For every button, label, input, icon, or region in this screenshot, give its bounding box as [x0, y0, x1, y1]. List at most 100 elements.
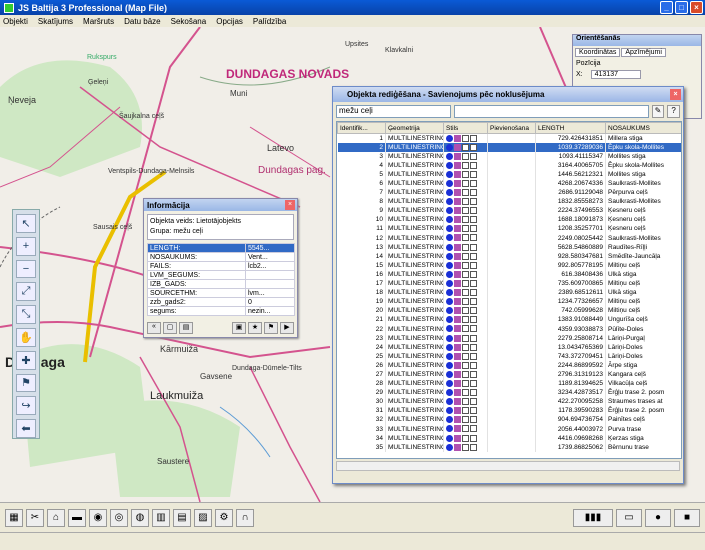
table-icon[interactable]: ▤ — [179, 322, 193, 334]
table-row[interactable]: 2 MULTILINESTRING(1039.37289036 Ēpku skola… — [337, 142, 681, 152]
menu-marsruts[interactable]: Maršruts — [83, 17, 114, 26]
menu-sekosana[interactable]: Sekošana — [171, 17, 207, 26]
save-icon[interactable]: ▣ — [232, 322, 246, 334]
star-icon[interactable]: ★ — [248, 322, 262, 334]
col-header-name[interactable]: NOSAUKUMS — [605, 122, 681, 134]
camera-icon[interactable]: ◉ — [89, 508, 107, 527]
pointer-tool-icon[interactable]: ↖ — [16, 214, 36, 233]
table-row[interactable]: 3 MULTILINESTRING(1093.41115347 Mollites s… — [337, 151, 681, 161]
table-row[interactable]: IZB_GADS: — [147, 279, 296, 289]
table-row[interactable]: 7 MULTILINESTRING(2686.91129048 Pērpurva c… — [337, 188, 681, 198]
table-row[interactable]: 29 MULTILINESTRING(3234.42873517 Ērģļu tra… — [337, 388, 681, 398]
pan-hand-icon[interactable]: ✋ — [16, 327, 36, 347]
edit-close-button[interactable]: × — [670, 89, 681, 100]
table-row[interactable]: 23 MULTILINESTRING(2279.25808714 Lāriņi-Pu… — [337, 333, 681, 343]
table-row[interactable]: 10 MULTILINESTRING(1688.18091873 Ķesneru c… — [337, 215, 681, 225]
globe-icon[interactable]: ◍ — [131, 508, 149, 527]
table-row[interactable]: 16 MULTILINESTRING(616.38408436 Ulkā stiga — [337, 269, 681, 279]
next-icon[interactable]: ▶ — [280, 322, 294, 334]
magnet-icon[interactable]: ∩ — [236, 508, 254, 527]
help-icon[interactable]: ? — [667, 105, 680, 118]
grid-icon[interactable]: ▥ — [152, 508, 170, 527]
gps-icon[interactable]: ◎ — [110, 508, 128, 527]
table-row[interactable]: 1 MULTILINESTRING(729.426431851 Millera st… — [337, 133, 681, 143]
x-coordinate-field[interactable]: 413137 — [590, 70, 641, 79]
menu-datu-baze[interactable]: Datu bāze — [124, 17, 160, 26]
copy-icon[interactable]: ▢ — [163, 322, 177, 334]
table-row[interactable]: zzb_gads2: 0 — [147, 297, 296, 307]
table-row[interactable]: 9 MULTILINESTRING(2224.37496553 Ķesneru ce… — [337, 206, 681, 216]
close-button[interactable]: × — [690, 1, 703, 14]
photo-icon[interactable]: ▨ — [194, 508, 212, 527]
table-row[interactable]: 30 MULTILINESTRING(422.270095258 Straumes … — [337, 397, 681, 407]
car-icon[interactable]: ▬ — [68, 508, 86, 527]
minimize-button[interactable]: _ — [660, 1, 673, 14]
table-row[interactable]: 33 MULTILINESTRING(2056.44003972 Purva tra… — [337, 424, 681, 434]
table-row[interactable]: 15 MULTILINESTRING(992.805778195 Miltiņu c… — [337, 260, 681, 270]
col-header-style[interactable]: Stils — [443, 122, 488, 134]
menu-skatijums[interactable]: Skatījums — [38, 17, 73, 26]
table-row[interactable]: segums: nezin... — [147, 306, 296, 316]
table-row[interactable]: 25 MULTILINESTRING(743.372709451 Lāriņi-Do… — [337, 351, 681, 361]
table-row[interactable]: 32 MULTILINESTRING(904.694736754 Painītes … — [337, 415, 681, 425]
filter-field[interactable] — [453, 105, 649, 118]
table-row[interactable]: 31 MULTILINESTRING(1178.39590283 Ērģļu tra… — [337, 406, 681, 416]
objects-grid[interactable]: Identifik... Ģeometrija Stils Pievienoša… — [336, 121, 682, 459]
menu-opcijas[interactable]: Opcijas — [216, 17, 243, 26]
table-row[interactable]: 20 MULTILINESTRING(742.05999628 Miltiņu ce… — [337, 306, 681, 316]
table-row[interactable]: LENGTH: 5545... — [147, 243, 296, 253]
col-header-added[interactable]: Pievienošana — [487, 122, 536, 134]
zoom-extent-icon[interactable]: ⤢ — [16, 282, 36, 302]
tab-apzimejumi[interactable]: Apzīmējumi — [621, 48, 666, 57]
table-row[interactable]: 22 MULTILINESTRING(4359.93038873 Pūlīte-Do… — [337, 324, 681, 334]
flag-small-icon[interactable]: ⚑ — [264, 322, 278, 334]
table-row[interactable]: 21 MULTILINESTRING(1383.91088449 Ungurīša … — [337, 315, 681, 325]
nav-first-icon[interactable]: « — [147, 322, 161, 334]
record-icon[interactable]: ● — [645, 508, 671, 527]
info-close-button[interactable]: × — [285, 200, 295, 210]
horizontal-scrollbar[interactable] — [336, 461, 680, 471]
flag-icon[interactable]: ⚑ — [16, 373, 36, 393]
back-arrow-icon[interactable]: ⬅ — [16, 419, 36, 438]
table-row[interactable]: 11 MULTILINESTRING(1208.35257701 Ķesneru c… — [337, 224, 681, 234]
table-row[interactable]: 13 MULTILINESTRING(5628.54860889 Raudītes-… — [337, 242, 681, 252]
table-row[interactable]: NOSAUKUMS: Vent... — [147, 252, 296, 262]
col-header-geometry[interactable]: Ģeometrija — [385, 122, 444, 134]
table-row[interactable]: LVM_SEGUMS: — [147, 270, 296, 280]
table-row[interactable]: 12 MULTILINESTRING(2249.08025442 Saulkrast… — [337, 233, 681, 243]
settings-icon[interactable]: ⚙ — [215, 508, 233, 527]
table-row[interactable]: FAILS: lcb2... — [147, 261, 296, 271]
home-icon[interactable]: ⌂ — [47, 508, 65, 527]
edit-pencil-icon[interactable]: ✎ — [651, 105, 665, 118]
table-row[interactable]: 28 MULTILINESTRING(1189.81394625 Vilkacūļa… — [337, 379, 681, 389]
table-row[interactable]: 17 MULTILINESTRING(735.609700865 Miltiņu c… — [337, 279, 681, 289]
col-header-length[interactable]: LENGTH — [535, 122, 606, 134]
crosshair-icon[interactable]: ✚ — [16, 350, 36, 370]
map-book-icon[interactable]: ▭ — [616, 508, 642, 527]
zoom-window-icon[interactable]: ⤡ — [16, 305, 36, 324]
table-row[interactable]: 34 MULTILINESTRING(4416.09698268 Ķerzas st… — [337, 433, 681, 443]
tools-icon[interactable]: ✂ — [26, 508, 44, 527]
table-row[interactable]: SOURCETHM: lvm... — [147, 288, 296, 298]
table-row[interactable]: 24 MULTILINESTRING(13.0434765369 Lāriņi-Do… — [337, 342, 681, 352]
print-icon[interactable]: ▤ — [173, 508, 191, 527]
table-row[interactable]: 8 MULTILINESTRING(1832.85558273 Saulkrasti… — [337, 197, 681, 207]
maximize-button[interactable]: □ — [675, 1, 688, 14]
zoom-out-icon[interactable]: − — [16, 259, 36, 279]
table-row[interactable]: 19 MULTILINESTRING(1234.77326657 Miltiņu c… — [337, 297, 681, 307]
menu-palidziba[interactable]: Palīdzība — [253, 17, 286, 26]
table-row[interactable]: 6 MULTILINESTRING(4268.20674336 Saulkrasti… — [337, 178, 681, 189]
table-row[interactable]: 18 MULTILINESTRING(2389.68512611 Ulkā stig… — [337, 288, 681, 298]
table-row[interactable]: 27 MULTILINESTRING(2796.31319123 Kangara c… — [337, 369, 681, 380]
table-row[interactable]: 4 MULTILINESTRING(3164.40065705 Ēpku skola… — [337, 160, 681, 170]
tab-koordinatas[interactable]: Koordinātas — [575, 48, 621, 57]
route-icon[interactable]: ↪ — [16, 396, 36, 416]
col-header-id[interactable]: Identifik... — [337, 122, 386, 134]
table-row[interactable]: 5 MULTILINESTRING(1446.56212321 Mollites s… — [337, 169, 681, 179]
layers-icon[interactable]: ▦ — [5, 508, 23, 527]
table-row[interactable]: 14 MULTILINESTRING(928.580347681 Smēdīte-J… — [337, 251, 681, 261]
layer-select[interactable]: mežu ceļi — [336, 105, 451, 118]
table-row[interactable]: 26 MULTILINESTRING(2244.86899592 Ārpe stig… — [337, 360, 681, 370]
zoom-in-icon[interactable]: + — [16, 236, 36, 256]
menu-objekti[interactable]: Objekti — [3, 17, 28, 26]
